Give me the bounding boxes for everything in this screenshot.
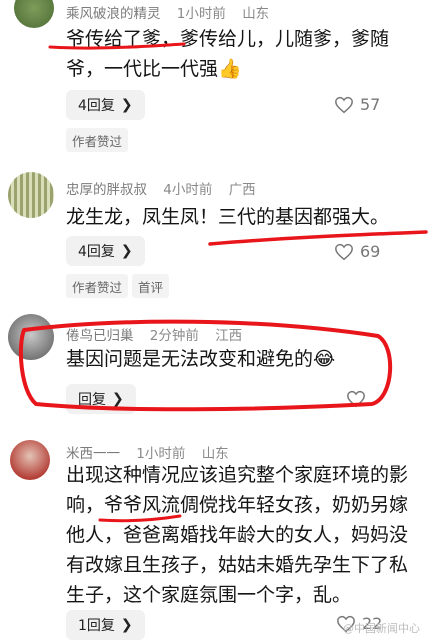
chevron-right-icon: ❯ bbox=[112, 391, 124, 407]
avatar[interactable] bbox=[14, 0, 54, 28]
comment-time: 4小时前 bbox=[163, 182, 213, 198]
avatar[interactable] bbox=[8, 172, 54, 218]
reply-button[interactable]: 1回复 ❯ bbox=[66, 610, 145, 640]
watermark: @中国新闻中心 bbox=[343, 622, 420, 635]
comment-location: 江西 bbox=[215, 328, 243, 344]
comment-text: 出现这种情况应该追究整个家庭环境的影 响，爷爷风流倜傥找年轻女孩，奶奶另嫁 他人… bbox=[66, 464, 409, 606]
comment-3: 倦鸟已归巢 2分钟前 江西 基因问题是无法改变和避免的😂 回复 ❯ bbox=[0, 306, 428, 428]
like-button[interactable]: 69 bbox=[334, 242, 380, 261]
reply-button[interactable]: 4回复 ❯ bbox=[66, 236, 145, 266]
reply-button[interactable]: 回复 ❯ bbox=[66, 384, 136, 414]
comment-2: 忠厚的胖叔叔 4小时前 广西 龙生龙，凤生凤！三代的基因都强大。 4回复 ❯ 69… bbox=[0, 160, 428, 306]
comment-meta: 米西一一 1小时前 山东 bbox=[66, 442, 229, 462]
comment-time: 2分钟前 bbox=[149, 328, 199, 344]
comment-meta: 倦鸟已归巢 2分钟前 江西 bbox=[66, 324, 242, 344]
reply-button[interactable]: 4回复 ❯ bbox=[66, 90, 145, 120]
like-button[interactable]: 57 bbox=[334, 95, 380, 114]
chevron-right-icon: ❯ bbox=[120, 617, 133, 633]
comment-text: 龙生龙，凤生凤！三代的基因都强大。 bbox=[66, 206, 390, 228]
author-liked-tag: 作者赞过 bbox=[66, 128, 129, 152]
like-button[interactable] bbox=[346, 390, 372, 408]
comment-time: 1小时前 bbox=[176, 6, 226, 22]
comment-author[interactable]: 乘风破浪的精灵 bbox=[66, 6, 161, 22]
heart-icon bbox=[335, 243, 353, 260]
comment-author[interactable]: 忠厚的胖叔叔 bbox=[66, 182, 147, 198]
comment-meta: 乘风破浪的精灵 1小时前 山东 bbox=[66, 2, 269, 22]
chevron-right-icon: ❯ bbox=[120, 243, 133, 259]
comment-1: 乘风破浪的精灵 1小时前 山东 爷传给了爹，爹传给儿，儿随爹，爹随 爷，一代比一… bbox=[0, 0, 428, 160]
comment-text: 爷传给了爹，爹传给儿，儿随爹，爹随 爷，一代比一代强👍 bbox=[66, 28, 390, 80]
comment-location: 山东 bbox=[242, 6, 270, 22]
comment-4: 米西一一 1小时前 山东 出现这种情况应该追究整个家庭环境的影 响，爷爷风流倜傥… bbox=[0, 428, 428, 640]
comment-author[interactable]: 倦鸟已归巢 bbox=[66, 328, 134, 344]
avatar[interactable] bbox=[10, 440, 50, 480]
chevron-right-icon: ❯ bbox=[120, 97, 133, 113]
heart-icon bbox=[335, 96, 353, 113]
comment-text: 基因问题是无法改变和避免的😂 bbox=[66, 348, 336, 370]
like-count: 57 bbox=[360, 95, 381, 114]
comment-location: 广西 bbox=[228, 182, 256, 198]
like-count: 69 bbox=[360, 242, 381, 261]
comment-meta: 忠厚的胖叔叔 4小时前 广西 bbox=[66, 178, 256, 198]
first-comment-tag: 首评 bbox=[132, 274, 170, 298]
avatar[interactable] bbox=[8, 314, 54, 360]
author-liked-tag: 作者赞过 bbox=[66, 274, 129, 298]
heart-icon bbox=[347, 390, 365, 408]
